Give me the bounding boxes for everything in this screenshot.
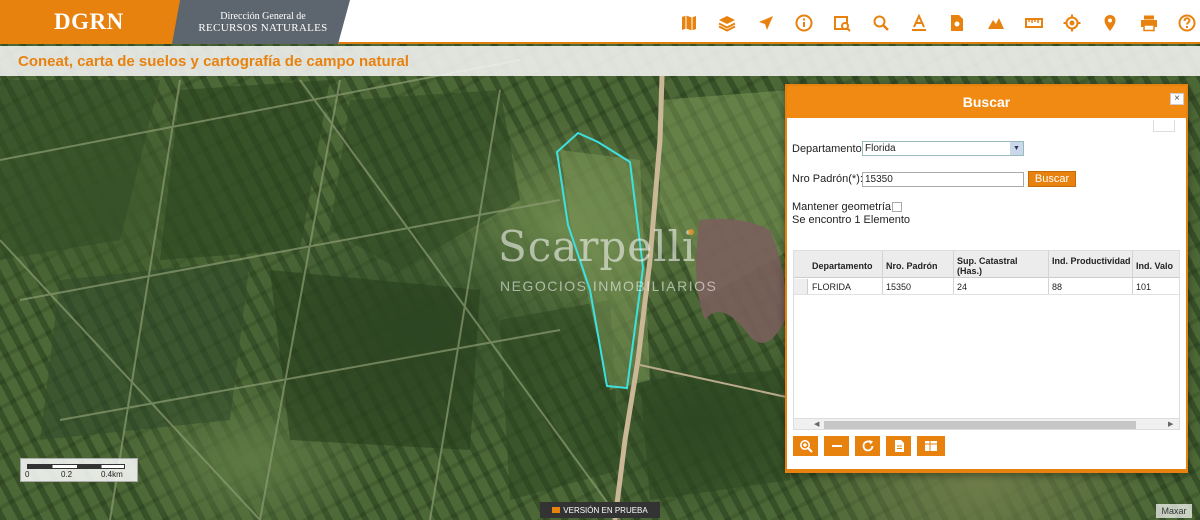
locate-icon[interactable] [1053, 10, 1091, 36]
version-badge: VERSIÓN EN PRUEBA [540, 502, 660, 518]
padron-label: Nro Padrón(*): [792, 173, 863, 185]
mantener-geometria-checkbox[interactable] [892, 202, 902, 212]
horizontal-scrollbar[interactable]: ◀ ▶ [794, 418, 1179, 429]
scroll-left-icon[interactable]: ◀ [814, 420, 819, 428]
cell-departamento: FLORIDA [812, 282, 852, 292]
logo[interactable]: DGRN [54, 9, 124, 35]
panel-footer [787, 469, 1186, 473]
chevron-down-icon[interactable]: ▼ [1010, 142, 1023, 155]
column-header-superficie[interactable]: Sup. Catastral (Has.) [957, 256, 1037, 276]
page-subtitle: Coneat, carta de suelos y cartografía de… [18, 53, 409, 70]
ruler-icon[interactable] [1015, 10, 1053, 36]
document-icon[interactable] [938, 10, 976, 36]
org-name-line1: Dirección General de [220, 11, 306, 22]
cell-productividad: 88 [1052, 282, 1063, 292]
watermark-name: Scarpelli [498, 222, 697, 271]
search-button[interactable]: Buscar [1028, 171, 1076, 187]
close-button[interactable]: × [1170, 93, 1184, 105]
version-text: VERSIÓN EN PRUEBA [563, 505, 648, 515]
clear-button[interactable] [824, 436, 849, 456]
zoom-to-button[interactable] [793, 436, 818, 456]
help-icon[interactable] [1168, 10, 1200, 36]
forest-tract [40, 260, 250, 440]
table-row[interactable]: FLORIDA 15350 24 88 101 [794, 279, 1179, 295]
envelope-icon [552, 507, 561, 513]
print-icon[interactable] [1130, 10, 1168, 36]
minus-icon [831, 445, 842, 447]
report-button[interactable] [917, 436, 945, 456]
panel-header[interactable]: Buscar × [787, 86, 1186, 118]
text-icon[interactable] [900, 10, 938, 36]
scale-label-1: 0.2 [61, 470, 73, 479]
forest-tract [330, 90, 520, 270]
column-header-departamento[interactable]: Departamento [812, 261, 873, 271]
table-header: Departamento Nro. Padrón Sup. Catastral … [794, 251, 1179, 278]
forest-tract [160, 80, 330, 260]
cell-valor: 101 [1136, 282, 1152, 292]
pin-icon[interactable] [1091, 10, 1129, 36]
panel-title: Buscar [962, 94, 1011, 110]
departamento-value: Florida [865, 143, 896, 154]
map-icon[interactable] [670, 10, 708, 36]
info-icon[interactable] [785, 10, 823, 36]
forest-tract [0, 80, 160, 260]
column-header-valor[interactable]: Ind. Valo [1136, 261, 1173, 271]
cell-padron: 15350 [886, 282, 912, 292]
padron-input[interactable]: 15350 [862, 172, 1024, 187]
table-icon [925, 441, 937, 451]
column-header-productividad[interactable]: Ind. Productividad [1052, 256, 1132, 266]
cell-superficie: 24 [957, 282, 968, 292]
watermark-dot [688, 229, 694, 235]
toolbar [670, 10, 1200, 36]
scale-bar: 0 0.2 0.4km [20, 458, 138, 482]
subtitle-band: Coneat, carta de suelos y cartografía de… [0, 46, 1200, 76]
departamento-select[interactable]: Florida ▼ [862, 141, 1024, 156]
org-name-line2: RECURSOS NATURALES [198, 22, 328, 34]
row-selector[interactable] [794, 279, 808, 294]
search-icon[interactable] [861, 10, 899, 36]
scale-label-0: 0 [25, 470, 30, 479]
forest-tract [640, 370, 790, 500]
panel-actions [793, 436, 945, 456]
scale-ruler [27, 464, 125, 469]
navigate-icon[interactable] [747, 10, 785, 36]
file-icon [894, 440, 904, 452]
results-table: Departamento Nro. Padrón Sup. Catastral … [793, 250, 1180, 430]
layers-icon[interactable] [708, 10, 746, 36]
export-button[interactable] [886, 436, 911, 456]
zoom-in-icon [799, 440, 813, 453]
watermark-tagline: NEGOCIOS INMOBILIARIOS [500, 278, 718, 294]
result-count: Se encontro 1 Elemento [792, 214, 911, 226]
refresh-icon [862, 440, 873, 452]
refresh-button[interactable] [855, 436, 880, 456]
terrain-icon[interactable] [976, 10, 1014, 36]
scale-label-2: 0.4km [101, 470, 123, 479]
scrollbar-thumb[interactable] [824, 421, 1136, 429]
image-search-icon[interactable] [823, 10, 861, 36]
scroll-right-icon[interactable]: ▶ [1168, 420, 1173, 428]
app-header: DGRN Dirección General de RECURSOS NATUR… [0, 0, 1200, 44]
departamento-label: Departamento [792, 143, 862, 155]
search-panel: Buscar × Departamento Florida ▼ Nro Padr… [785, 84, 1188, 473]
imagery-attribution: Maxar [1156, 504, 1192, 518]
column-header-padron[interactable]: Nro. Padrón [886, 261, 938, 271]
mantener-geometria-label: Mantener geometría [792, 201, 892, 213]
panel-minimize-tab[interactable] [1153, 120, 1175, 132]
